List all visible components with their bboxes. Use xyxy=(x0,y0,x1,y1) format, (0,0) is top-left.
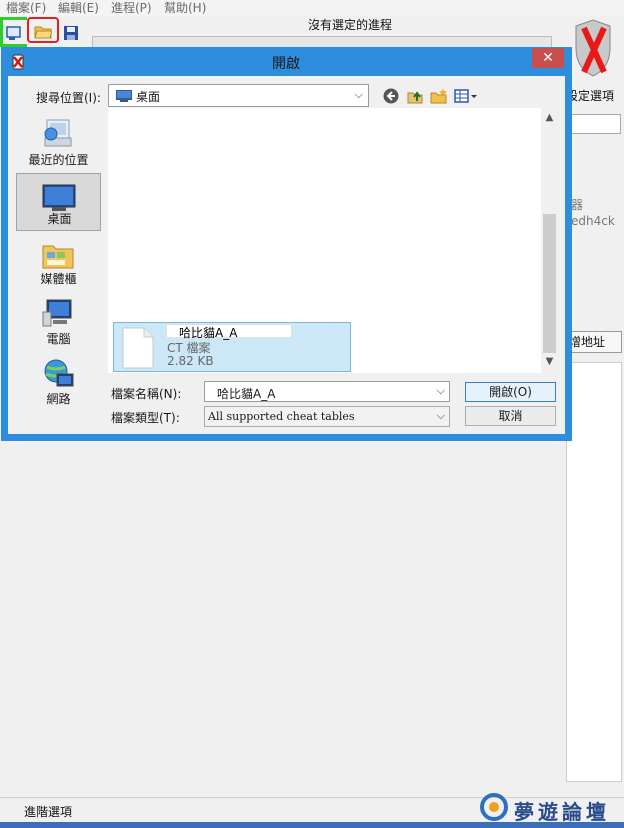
select-process-icon[interactable] xyxy=(5,24,23,42)
desktop-small-icon xyxy=(116,90,132,105)
menu-process[interactable]: 進程(P) xyxy=(111,0,152,16)
place-computer[interactable]: 電腦 xyxy=(16,296,101,354)
menu-file[interactable]: 檔案(F) xyxy=(6,0,46,16)
watermark-text: 夢遊論壇 xyxy=(514,800,610,824)
scrollbar-thumb[interactable] xyxy=(543,214,556,353)
value-input[interactable] xyxy=(565,114,621,134)
right-label-2: edh4ck xyxy=(571,214,615,228)
place-libraries[interactable]: 媒體櫃 xyxy=(16,236,101,294)
cheat-table-area xyxy=(0,440,566,784)
filename-value: 哈比貓A_A xyxy=(217,387,276,401)
chevron-down-icon: ⌵ xyxy=(354,88,363,101)
filetype-value: All supported cheat tables xyxy=(208,410,355,423)
place-label: 電腦 xyxy=(46,332,71,346)
place-label: 媒體櫃 xyxy=(40,272,77,286)
filename-label: 檔案名稱(N): xyxy=(111,387,182,401)
add-address-button[interactable]: 增地址 xyxy=(566,331,622,353)
new-folder-icon[interactable] xyxy=(430,87,448,105)
cancel-button[interactable]: 取消 xyxy=(465,406,556,426)
file-size: 2.82 KB xyxy=(167,354,214,368)
advanced-options[interactable]: 進階選項 xyxy=(24,803,72,820)
filetype-label: 檔案類型(T): xyxy=(111,411,180,425)
filetype-select[interactable]: All supported cheat tables ⌵ xyxy=(204,406,450,427)
look-in-value: 桌面 xyxy=(136,90,161,104)
settings-x-icon[interactable] xyxy=(570,18,616,80)
look-in-label: 搜尋位置(I): xyxy=(36,91,101,105)
up-folder-icon[interactable] xyxy=(406,87,424,105)
address-list[interactable] xyxy=(566,362,622,782)
chevron-down-icon: ⌵ xyxy=(436,409,445,422)
dialog-title: 開啟 xyxy=(272,56,300,72)
look-in-select[interactable]: 桌面 ⌵ xyxy=(108,84,369,107)
document-icon xyxy=(122,327,154,369)
settings-label[interactable]: 設定選項 xyxy=(566,87,614,104)
menu-bar: 檔案(F) 編輯(E) 進程(P) 幫助(H) xyxy=(0,0,624,16)
place-label: 網路 xyxy=(46,392,71,406)
save-icon[interactable] xyxy=(62,24,80,42)
close-button[interactable]: ✕ xyxy=(532,48,564,68)
file-name-box: 哈比貓A_A xyxy=(166,324,292,340)
open-folder-icon[interactable] xyxy=(34,22,53,40)
watermark-logo-icon xyxy=(480,793,508,821)
chevron-down-icon[interactable]: ⌵ xyxy=(437,384,445,398)
recent-places-icon xyxy=(41,116,75,153)
forum-watermark: 夢遊論壇 xyxy=(478,792,622,824)
place-desktop[interactable]: 桌面 xyxy=(16,173,101,231)
process-title: 沒有選定的進程 xyxy=(307,18,392,32)
taskbar-strip xyxy=(0,822,624,828)
filename-input[interactable]: 哈比貓A_A ⌵ xyxy=(204,381,450,402)
cheat-engine-icon xyxy=(10,54,26,70)
file-item[interactable]: 哈比貓A_A CT 檔案 2.82 KB xyxy=(113,322,351,372)
menu-help[interactable]: 幫助(H) xyxy=(164,0,206,16)
place-network[interactable]: 網路 xyxy=(16,356,101,414)
right-label-1: 器 xyxy=(571,198,584,212)
computer-icon xyxy=(41,298,75,333)
back-icon[interactable] xyxy=(382,87,400,105)
open-button[interactable]: 開啟(O) xyxy=(465,382,556,402)
menu-edit[interactable]: 編輯(E) xyxy=(58,0,99,16)
place-recent[interactable]: 最近的位置 xyxy=(16,114,101,172)
place-label: 桌面 xyxy=(47,212,72,226)
view-menu-icon[interactable] xyxy=(454,87,478,105)
network-icon xyxy=(41,358,75,393)
scroll-down-icon[interactable]: ▼ xyxy=(541,356,558,367)
scroll-up-icon[interactable]: ▲ xyxy=(541,112,558,123)
place-label: 最近的位置 xyxy=(28,153,89,167)
